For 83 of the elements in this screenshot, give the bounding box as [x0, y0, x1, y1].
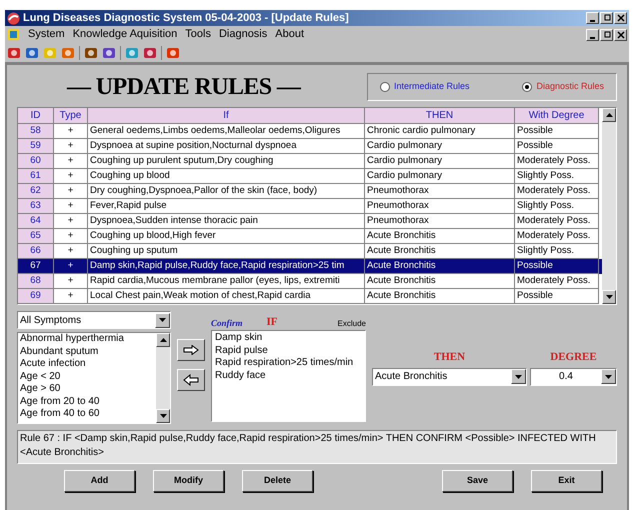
app-menu-icon[interactable]: [7, 28, 20, 41]
degree-label: DEGREE: [549, 350, 598, 365]
scroll-up-icon[interactable]: [606, 113, 612, 117]
list-item[interactable]: Age < 20: [20, 370, 156, 383]
table-row[interactable]: 64 + Dyspnoea,Sudden intense thoracic pain Pneumothorax Moderately Poss.: [18, 214, 602, 229]
scrollbar[interactable]: [602, 108, 616, 304]
table-cell: Local Chest pain,Weak motion of chest,Rapid cardia: [88, 289, 365, 304]
list-item[interactable]: Age from 40 to 60: [20, 408, 156, 420]
if-label: IF: [266, 314, 278, 330]
action-button[interactable]: Add: [64, 470, 135, 492]
table-row[interactable]: 66 + Coughing up sputum Acute Bronchitis Slightly Poss.: [18, 244, 602, 259]
remove-symptom-button[interactable]: [177, 369, 205, 391]
column-header[interactable]: THEN: [365, 108, 515, 124]
restore-icon[interactable]: [600, 12, 613, 24]
table-cell: 61: [18, 169, 54, 184]
symptom-filter-dropdown[interactable]: All Symptoms: [17, 311, 171, 329]
window-title: Lung Diseases Diagnostic System 05-04-2003 - [Update Rules]: [23, 10, 349, 26]
app-icon: [7, 12, 20, 24]
table-cell: 63: [18, 199, 54, 214]
restore-icon[interactable]: [600, 28, 613, 40]
table-cell: 64: [18, 214, 54, 229]
table-row[interactable]: 59 + Dyspnoea at supine position,Nocturnal dyspnoea Cardio pulmonary Possible: [18, 139, 602, 154]
right-arrow-icon: [183, 345, 199, 355]
page-heading: — UPDATE RULES —: [67, 73, 300, 102]
scrollbar[interactable]: [156, 333, 170, 423]
column-header[interactable]: ID: [18, 108, 54, 124]
action-button[interactable]: Save: [442, 470, 513, 492]
action-button[interactable]: Exit: [531, 470, 602, 492]
table-cell: 58: [18, 124, 54, 139]
scroll-down-icon[interactable]: [606, 295, 612, 299]
table-cell: 69: [18, 289, 54, 304]
table-row[interactable]: 58 + General oedems,Limbs oedems,Malleolar oedems,Oligures Chronic cardio pulmonary Possible: [18, 124, 602, 139]
table-row[interactable]: 60 + Coughing up purulent sputum,Dry coughing Cardio pulmonary Moderately Poss.: [18, 154, 602, 169]
confirm-label: Confirm: [211, 316, 243, 330]
table-cell: 65: [18, 229, 54, 244]
menu-item[interactable]: Tools: [185, 26, 211, 43]
table-row[interactable]: 68 + Rapid cardia,Mucous membrane pallor (eyes, lips, extremiti Acute Bronchitis Moderately Poss.: [18, 274, 602, 289]
table-cell: Acute Bronchitis: [365, 289, 515, 304]
minimize-icon[interactable]: [586, 28, 599, 40]
menu-item[interactable]: System: [28, 26, 65, 43]
exclude-label: Exclude: [338, 318, 366, 330]
radio-button[interactable]: Intermediate Rules: [380, 80, 470, 94]
left-arrow-icon: [183, 374, 199, 386]
close-icon[interactable]: [614, 12, 627, 24]
table-row[interactable]: 65 + Coughing up blood,High fever Acute Bronchitis Moderately Poss.: [18, 229, 602, 244]
table-cell: +: [54, 289, 88, 304]
list-item[interactable]: Rapid pulse: [215, 344, 365, 357]
table-row[interactable]: 69 + Local Chest pain,Weak motion of chest,Rapid cardia Acute Bronchitis Possible: [18, 289, 602, 304]
table-cell: Possible: [515, 289, 599, 304]
list-item[interactable]: Acute infection: [20, 358, 156, 370]
action-button[interactable]: Delete: [242, 470, 313, 492]
list-item[interactable]: Damp skin: [215, 332, 365, 344]
menu-item[interactable]: About: [275, 26, 304, 43]
list-item[interactable]: Age from 20 to 40: [20, 396, 156, 408]
list-item[interactable]: Abundant sputum: [20, 346, 156, 358]
then-dropdown[interactable]: Acute Bronchitis: [372, 368, 527, 386]
table-row[interactable]: 63 + Fever,Rapid pulse Pneumothorax Slightly Poss.: [18, 199, 602, 214]
menu-item[interactable]: Diagnosis: [218, 26, 268, 43]
table-cell: 68: [18, 274, 54, 289]
table-cell: 60: [18, 154, 54, 169]
table-row[interactable]: 62 + Dry coughing,Dyspnoea,Pallor of the skin (face, body) Pneumothorax Moderately Poss.: [18, 184, 602, 199]
column-header[interactable]: Type: [54, 108, 88, 124]
table-row[interactable]: 67 + Damp skin,Rapid pulse,Ruddy face,Rapid respiration>25 tim Acute Bronchitis Possible: [18, 259, 602, 274]
then-label: THEN: [432, 350, 466, 365]
list-item[interactable]: Age > 60: [20, 383, 156, 396]
column-header[interactable]: If: [88, 108, 365, 124]
scroll-up-icon[interactable]: [160, 338, 166, 342]
list-item[interactable]: Ruddy face: [215, 370, 365, 382]
table-cell: 66: [18, 244, 54, 259]
close-icon[interactable]: [614, 28, 627, 40]
column-header[interactable]: With Degree: [515, 108, 599, 124]
list-item[interactable]: Abnormal hyperthermia: [20, 333, 156, 346]
table-row[interactable]: 61 + Coughing up blood Cardio pulmonary Slightly Poss.: [18, 169, 602, 184]
menu-item[interactable]: Knowledge Aquisition: [72, 26, 178, 43]
scroll-down-icon[interactable]: [160, 414, 166, 418]
rule-text: Rule 67 : IF <Damp skin,Rapid pulse,Ruddy face,Rapid respiration>25 times/min> THEN CONFIRM <Possible> INFECTED WITH <Acute Bronchitis>: [17, 430, 617, 464]
table-cell: 62: [18, 184, 54, 199]
add-symptom-button[interactable]: [177, 339, 205, 361]
list-item[interactable]: Rapid respiration>25 times/min: [215, 357, 365, 370]
degree-dropdown[interactable]: 0.4: [530, 368, 617, 386]
action-button[interactable]: Modify: [153, 470, 224, 492]
table-cell: 59: [18, 139, 54, 154]
minimize-icon[interactable]: [586, 12, 599, 24]
